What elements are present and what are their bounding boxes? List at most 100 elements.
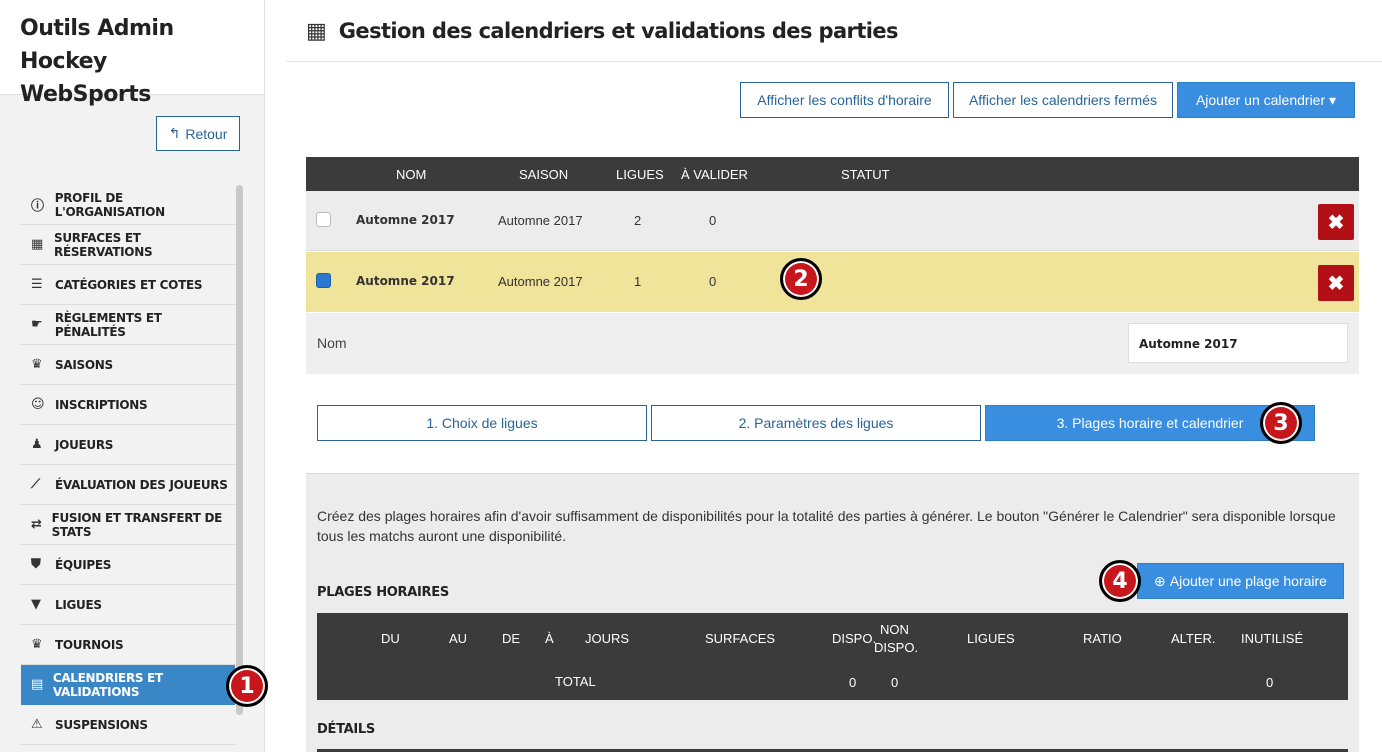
total-label: TOTAL xyxy=(555,674,596,689)
sidebar-item-label: SURFACES ET RÉSERVATIONS xyxy=(54,230,153,259)
column-header-non-dispo-1: NON xyxy=(880,622,909,637)
sidebar-item-saisons[interactable]: ♛ SAISONS xyxy=(21,345,235,385)
cell-a-valider: 0 xyxy=(709,274,717,289)
back-button-label: Retour xyxy=(185,125,228,142)
sidebar-item-label: JOUEURS xyxy=(55,437,114,452)
help-text: Créez des plages horaires afin d'avoir s… xyxy=(317,508,1336,544)
row-checkbox[interactable] xyxy=(316,212,331,227)
sidebar-item-surfaces[interactable]: ▦ SURFACES ET RÉSERVATIONS xyxy=(21,225,235,265)
chart-line-icon: ⟋ xyxy=(31,477,40,492)
app-brand: Outils Admin Hockey WebSports xyxy=(0,0,264,107)
annotation-badge-1: 1 xyxy=(226,665,268,707)
badge-icon: ▼ xyxy=(31,597,41,612)
plages-table: DU AU DE À JOURS SURFACES DISPO. NON DIS… xyxy=(317,613,1348,700)
cell-saison: Automne 2017 xyxy=(498,213,583,228)
table-row[interactable]: Automne 2017 Automne 2017 2 0 ✖ xyxy=(306,191,1359,251)
row-checkbox[interactable] xyxy=(316,273,331,288)
add-calendar-dropdown-button[interactable]: Ajouter un calendrier ▾ xyxy=(1177,82,1355,118)
add-plage-label: Ajouter une plage horaire xyxy=(1169,573,1327,589)
sidebar-item-profil[interactable]: ⓘ PROFIL DE L'ORGANISATION xyxy=(21,185,235,225)
sidebar-item-label: LIGUES xyxy=(55,597,102,612)
sidebar-nav: ⓘ PROFIL DE L'ORGANISATION ▦ SURFACES ET R… xyxy=(21,185,235,745)
reply-arrow-icon: ↰ xyxy=(168,125,181,141)
column-header-surfaces: SURFACES xyxy=(705,631,776,646)
sidebar: Outils Admin Hockey WebSports ↰ Retour ⓘ… xyxy=(0,0,265,752)
column-header-nom[interactable]: NOM xyxy=(396,167,426,182)
column-header-saison[interactable]: SAISON xyxy=(519,167,568,182)
sidebar-item-equipes[interactable]: ⛊ ÉQUIPES xyxy=(21,545,235,585)
cell-saison: Automne 2017 xyxy=(498,274,583,289)
plages-horaires-title: PLAGES HORAIRES xyxy=(317,585,449,600)
column-header-ligues: LIGUES xyxy=(967,631,1015,646)
column-header-de: DE xyxy=(502,631,521,646)
sidebar-item-categories[interactable]: ☰ CATÉGORIES ET COTES xyxy=(21,265,235,305)
sidebar-scrollbar[interactable] xyxy=(236,185,243,715)
cell-nom: Automne 2017 xyxy=(356,274,455,288)
sidebar-item-inscriptions[interactable]: ☺ INSCRIPTIONS xyxy=(21,385,235,425)
sidebar-item-fusion[interactable]: ⇄ FUSION ET TRANSFERT DE STATS xyxy=(21,505,235,545)
plages-panel: Créez des plages horaires afin d'avoir s… xyxy=(306,473,1359,752)
plus-circle-icon: ⊕ xyxy=(1154,572,1166,589)
delete-button[interactable]: ✖ xyxy=(1318,204,1354,240)
list-icon: ☰ xyxy=(31,277,43,292)
warning-icon: ⚠ xyxy=(31,717,43,732)
sidebar-item-joueurs[interactable]: ♟ JOUEURS xyxy=(21,425,235,465)
column-header-au: AU xyxy=(449,631,468,646)
page-title: Gestion des calendriers et validations d… xyxy=(338,18,899,43)
exchange-icon: ⇄ xyxy=(31,517,42,532)
grid-icon: ▦ xyxy=(31,237,43,252)
sidebar-item-calendriers[interactable]: ▤ CALENDRIERS ET VALIDATIONS xyxy=(21,665,235,705)
sidebar-item-label: ÉQUIPES xyxy=(55,557,112,572)
add-plage-button[interactable]: ⊕ Ajouter une plage horaire xyxy=(1137,563,1344,599)
name-label: Nom xyxy=(317,335,347,351)
table-row-selected[interactable]: Automne 2017 Automne 2017 1 0 ✖ xyxy=(306,252,1359,312)
column-header-statut[interactable]: STATUT xyxy=(841,167,890,182)
shield-icon: ⛊ xyxy=(31,557,41,572)
sidebar-item-label: SUSPENSIONS xyxy=(55,717,148,732)
main-content: ▦ Gestion des calendriers et validations… xyxy=(286,0,1382,752)
step-2-tab[interactable]: 2. Paramètres des ligues xyxy=(651,405,981,441)
cell-nom: Automne 2017 xyxy=(356,213,455,227)
sidebar-item-ligues[interactable]: ▼ LIGUES xyxy=(21,585,235,625)
total-inutilise: 0 xyxy=(1266,675,1274,690)
sidebar-item-label: SAISONS xyxy=(55,357,113,372)
info-icon: ⓘ xyxy=(31,199,44,214)
column-header-alter: ALTER. xyxy=(1171,631,1216,646)
back-button[interactable]: ↰ Retour xyxy=(156,116,240,151)
sidebar-item-label: ÉVALUATION DES JOUEURS xyxy=(55,477,228,492)
show-conflicts-button[interactable]: Afficher les conflits d'horaire xyxy=(740,82,949,118)
user-icon: ♟ xyxy=(31,437,43,452)
sidebar-item-label: INSCRIPTIONS xyxy=(55,397,148,412)
calendar-icon: ▦ xyxy=(306,17,327,43)
calendar-name-field[interactable]: Automne 2017 xyxy=(1128,323,1348,363)
column-header-inutilise: INUTILISÉ xyxy=(1241,631,1304,646)
sidebar-item-label: CATÉGORIES ET COTES xyxy=(55,277,203,292)
column-header-ligues[interactable]: LIGUES xyxy=(616,167,664,182)
details-title: DÉTAILS xyxy=(317,722,375,737)
sidebar-item-tournois[interactable]: ♛ TOURNOIS xyxy=(21,625,235,665)
trophy-icon: ♛ xyxy=(31,637,43,652)
column-header-ratio: RATIO xyxy=(1083,631,1122,646)
sidebar-item-reglements[interactable]: ☛ RÈGLEMENTS ET PÉNALITÉS xyxy=(21,305,235,345)
cell-ligues: 2 xyxy=(634,213,642,228)
step-1-tab[interactable]: 1. Choix de ligues xyxy=(317,405,647,441)
sidebar-item-evaluation[interactable]: ⟋ ÉVALUATION DES JOUEURS xyxy=(21,465,235,505)
whistle-icon: ☛ xyxy=(31,317,43,332)
sidebar-item-label: CALENDRIERS ET VALIDATIONS xyxy=(52,670,163,699)
column-header-jours: JOURS xyxy=(585,631,630,646)
sidebar-item-label: PROFIL DE L'ORGANISATION xyxy=(54,190,165,219)
column-header-a-valider[interactable]: À VALIDER xyxy=(681,167,748,182)
sidebar-item-suspensions[interactable]: ⚠ SUSPENSIONS xyxy=(21,705,235,745)
delete-button[interactable]: ✖ xyxy=(1318,265,1354,301)
page-header: ▦ Gestion des calendriers et validations… xyxy=(286,0,1382,62)
calendar-icon: ▤ xyxy=(31,677,43,692)
column-header-dispo: DISPO. xyxy=(832,631,877,646)
annotation-badge-2: 2 xyxy=(780,258,822,300)
show-closed-calendars-button[interactable]: Afficher les calendriers fermés xyxy=(953,82,1173,118)
total-dispo: 0 xyxy=(849,675,857,690)
column-header-a: À xyxy=(545,631,554,646)
sidebar-item-label: FUSION ET TRANSFERT DE STATS xyxy=(51,510,223,539)
sidebar-item-label: TOURNOIS xyxy=(55,637,124,652)
annotation-badge-3: 3 xyxy=(1260,402,1302,444)
calendar-name-row: Nom Automne 2017 xyxy=(306,313,1359,374)
